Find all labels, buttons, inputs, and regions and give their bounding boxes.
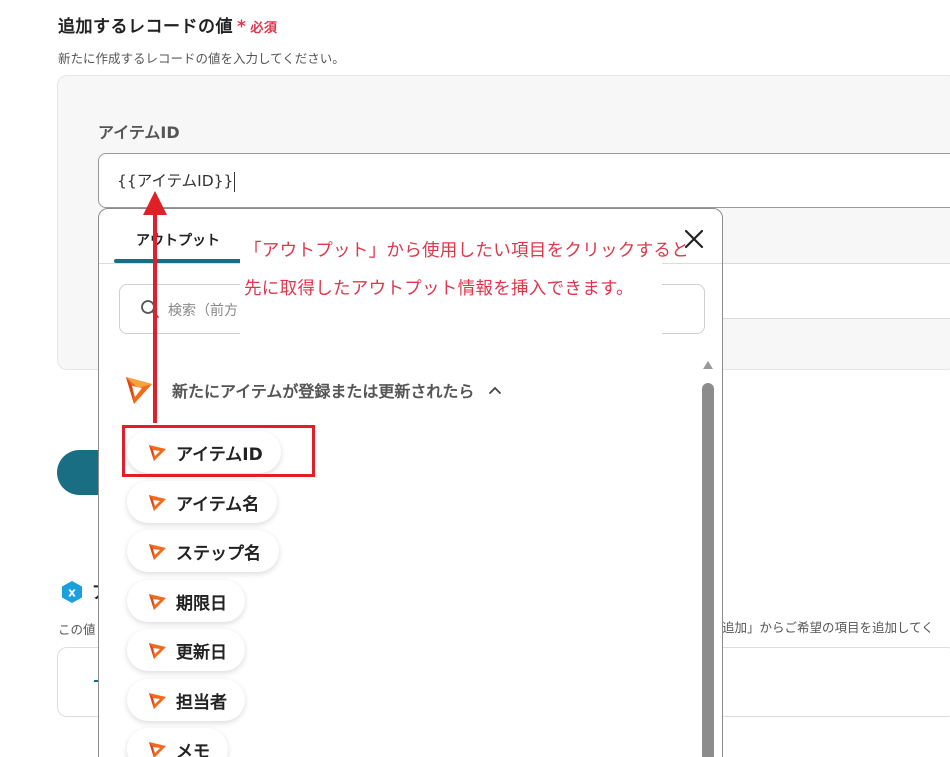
section-title-text: 追加するレコードの値 (58, 17, 233, 37)
required-label: 必須 (250, 21, 278, 36)
background-field-box (700, 263, 950, 319)
output-item-label: メモ (176, 741, 210, 757)
output-item-icon (149, 495, 166, 511)
output-item-item-name[interactable]: アイテム名 (127, 481, 278, 523)
output-item-due-date[interactable]: 期限日 (127, 580, 245, 622)
section-title: 追加するレコードの値 * 必須 (58, 12, 277, 37)
text-caret (234, 171, 236, 192)
output-item-updated-date[interactable]: 更新日 (127, 629, 245, 671)
svg-text:x: x (68, 586, 76, 600)
scrollbar[interactable] (699, 361, 717, 757)
app-logo-icon: x (62, 581, 82, 603)
section-description: 新たに作成するレコードの値を入力してください。 (58, 51, 345, 66)
annotation-line-1: 「アウトプット」から使用したい項目をクリックすると (244, 241, 689, 261)
section2-description-right: 追加」からご希望の項目を追加してく (722, 620, 934, 635)
output-item-label: ステップ名 (176, 543, 261, 564)
output-group-header[interactable]: 新たにアイテムが登録または更新されたら (124, 374, 502, 406)
output-item-icon (149, 594, 166, 610)
item-id-input[interactable]: {{アイテムID}} (98, 153, 950, 208)
output-item-step-name[interactable]: ステップ名 (127, 530, 279, 572)
output-item-memo[interactable]: メモ (127, 728, 228, 757)
output-item-icon (149, 544, 166, 560)
output-item-label: アイテム名 (176, 494, 260, 515)
output-item-assignee[interactable]: 担当者 (127, 679, 245, 721)
scroll-thumb[interactable] (702, 383, 714, 757)
output-group-label: 新たにアイテムが登録または更新されたら (172, 382, 475, 401)
required-star: * (237, 17, 247, 37)
output-item-icon (149, 693, 166, 709)
field-label: アイテムID (98, 123, 180, 142)
annotation-callout: 「アウトプット」から使用したい項目をクリックすると 先に取得したアウトプット情報… (240, 224, 689, 334)
output-item-icon (149, 643, 166, 659)
highlight-box (122, 425, 315, 477)
red-arrow-icon (143, 191, 167, 423)
output-item-icon (149, 742, 166, 757)
section2-description-left: この値 (58, 622, 96, 637)
annotation-line-2: 先に取得したアウトプット情報を挿入できます。 (244, 279, 634, 299)
output-item-label: 更新日 (176, 642, 227, 663)
output-item-label: 担当者 (176, 692, 227, 713)
output-item-label: 期限日 (176, 593, 227, 614)
scroll-up-arrow[interactable] (703, 361, 713, 369)
chevron-up-icon (489, 386, 502, 394)
